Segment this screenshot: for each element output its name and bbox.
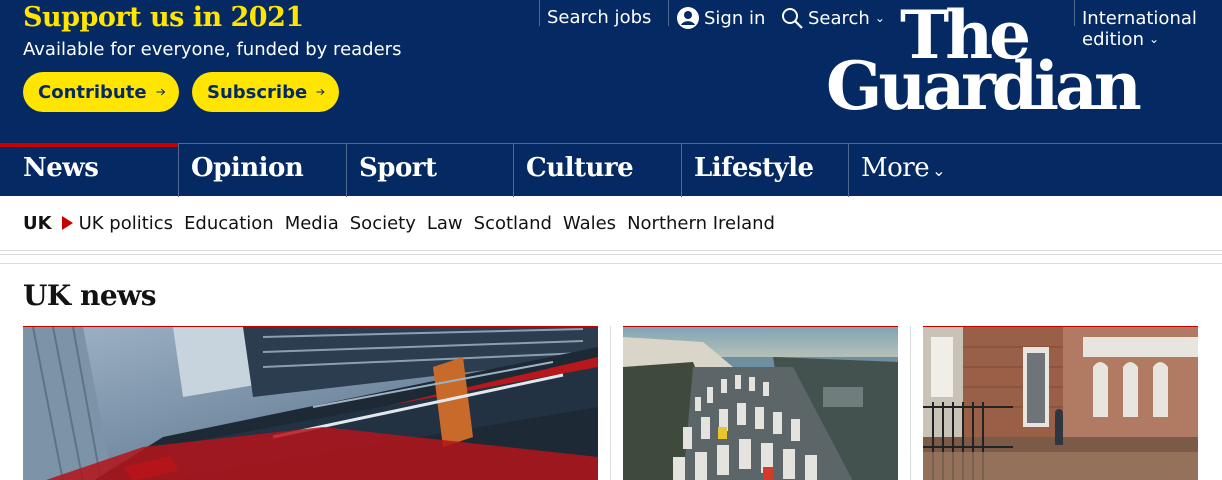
nav-item-culture[interactable]: Culture [514, 144, 682, 197]
edition-selector[interactable]: International edition ⌄ [1082, 8, 1197, 50]
nav-label: Sport [359, 153, 437, 183]
divider [0, 250, 1222, 251]
story-image-flood[interactable] [923, 326, 1198, 480]
search-jobs-label: Search jobs [547, 7, 652, 28]
primary-nav: News Opinion Sport Culture Lifestyle Mor… [0, 143, 1222, 197]
column-divider [910, 326, 911, 480]
contribute-label: Contribute [38, 81, 147, 103]
chevron-down-icon: ⌄ [1148, 32, 1160, 46]
nav-item-sport[interactable]: Sport [347, 144, 514, 197]
subnav-current-uk[interactable]: UK [23, 213, 52, 234]
search-icon [782, 8, 803, 29]
triangle-right-icon [61, 216, 73, 230]
arrow-right-icon [316, 88, 325, 96]
section-title: UK news [23, 279, 157, 312]
header-divider [1074, 0, 1075, 26]
subnav-link-society[interactable]: Society [350, 213, 416, 234]
nav-item-opinion[interactable]: Opinion [179, 144, 347, 197]
edition-line-1: International [1082, 8, 1197, 29]
header-divider [668, 0, 669, 26]
nav-item-more[interactable]: More ⌄ [849, 144, 969, 197]
subnav-link-wales[interactable]: Wales [563, 213, 616, 234]
story-image-lorries[interactable] [623, 326, 898, 480]
subscribe-button[interactable]: Subscribe [192, 72, 339, 112]
subnav-link-uk-politics[interactable]: UK politics [79, 213, 173, 234]
arrow-right-icon [155, 88, 165, 96]
masthead: Support us in 2021 Available for everyon… [0, 0, 1222, 197]
user-icon [677, 7, 699, 29]
nav-more-label: More ⌄ [861, 153, 945, 183]
sub-nav: UK UK politics Education Media Society L… [0, 196, 1222, 250]
column-divider [610, 326, 611, 480]
chevron-down-icon: ⌄ [932, 161, 945, 180]
subnav-link-law[interactable]: Law [427, 213, 463, 234]
subnav-link-northern-ireland[interactable]: Northern Ireland [627, 213, 775, 234]
logo-line-2: Guardian [826, 47, 1142, 125]
story-image-bus[interactable] [23, 326, 598, 480]
support-subtitle: Available for everyone, funded by reader… [23, 39, 402, 60]
nav-label: Lifestyle [694, 153, 814, 183]
nav-label: Culture [526, 153, 634, 183]
sign-in-label: Sign in [704, 7, 766, 29]
contribute-button[interactable]: Contribute [23, 72, 179, 112]
support-title: Support us in 2021 [23, 2, 304, 33]
nav-item-lifestyle[interactable]: Lifestyle [682, 144, 849, 197]
subnav-link-scotland[interactable]: Scotland [474, 213, 552, 234]
nav-label: News [23, 153, 99, 183]
divider [0, 254, 1222, 255]
header-divider [539, 0, 540, 26]
subscribe-label: Subscribe [207, 81, 308, 103]
sign-in-link[interactable]: Sign in [677, 7, 765, 29]
nav-more-text: More [861, 153, 930, 183]
divider [0, 263, 1222, 264]
subnav-link-education[interactable]: Education [184, 213, 274, 234]
nav-label: Opinion [191, 153, 304, 183]
edition-line-2: edition [1082, 29, 1144, 50]
search-jobs-link[interactable]: Search jobs [547, 7, 651, 28]
nav-item-news[interactable]: News [0, 143, 179, 197]
subnav-link-media[interactable]: Media [285, 213, 339, 234]
